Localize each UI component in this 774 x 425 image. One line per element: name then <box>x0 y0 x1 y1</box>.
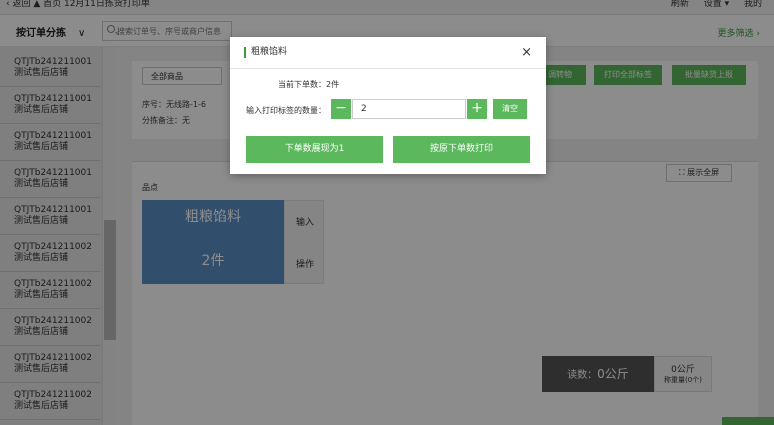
increment-button[interactable]: + <box>467 99 487 119</box>
print-by-order-button[interactable]: 按原下单数打印 <box>393 136 530 163</box>
show-order-as-one-button[interactable]: 下单数展现为1 <box>246 136 383 163</box>
dialog-title: 粗粮馅料 <box>244 47 287 58</box>
print-label-dialog: 粗粮馅料 × 当前下单数：2件 输入打印标签的数量： − + 清空 下单数展现为… <box>230 37 546 174</box>
label-count-label: 输入打印标签的数量： <box>246 106 326 115</box>
dialog-header: 粗粮馅料 × <box>230 37 546 69</box>
label-count-input[interactable] <box>352 99 466 119</box>
clear-button[interactable]: 清空 <box>493 99 527 119</box>
page-root: ‹ 返回 ▲ 首页 12月11日拣货打印单 刷新 设置 ▾ 我的 按订单分拣 ∨ … <box>0 0 774 425</box>
decrement-button[interactable]: − <box>331 99 351 119</box>
current-order-count: 当前下单数：2件 <box>278 80 340 89</box>
close-icon[interactable]: × <box>521 45 532 60</box>
